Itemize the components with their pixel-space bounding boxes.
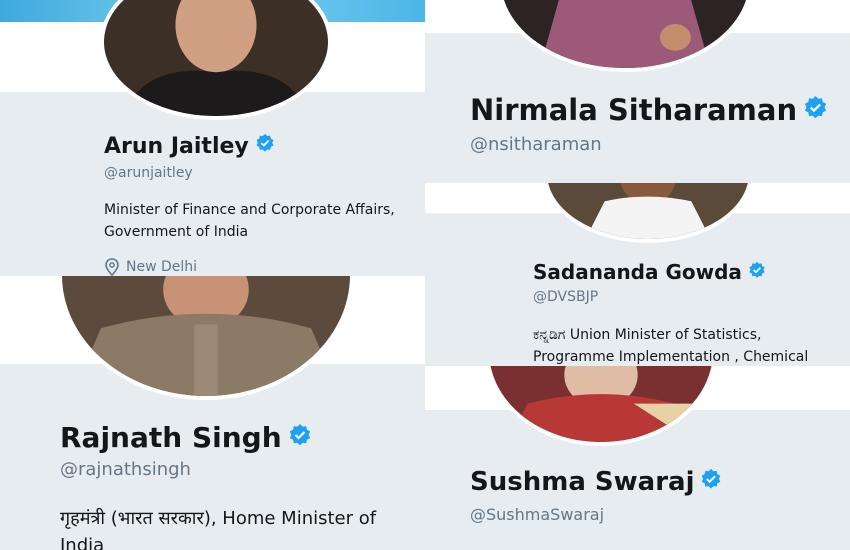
profile-location-text: New Delhi xyxy=(126,259,198,275)
profile-bio: Minister of Finance and Corporate Affair… xyxy=(104,202,395,240)
verified-badge-icon xyxy=(748,260,766,284)
profile-handle[interactable]: @DVSBJP xyxy=(533,289,598,305)
profile-card-rajnath-singh: Rajnath Singh @rajnathsingh गृहमंत्री (भ… xyxy=(0,276,425,550)
profile-name-text[interactable]: Rajnath Singh xyxy=(60,421,282,454)
profile-location: New Delhi xyxy=(104,258,197,276)
profile-handle[interactable]: @arunjaitley xyxy=(104,165,193,181)
profile-name[interactable]: Nirmala Sitharaman xyxy=(470,93,828,127)
profile-name[interactable]: Arun Jaitley xyxy=(104,133,275,159)
profile-name-text[interactable]: Sadananda Gowda xyxy=(533,260,742,284)
profile-card-arun-jaitley: Arun Jaitley @arunjaitley Minister of Fi… xyxy=(0,0,425,276)
verified-badge-icon xyxy=(700,467,722,497)
profile-name-text[interactable]: Arun Jaitley xyxy=(104,134,249,159)
profile-name[interactable]: Sadananda Gowda xyxy=(533,260,766,284)
profile-name[interactable]: Rajnath Singh xyxy=(60,421,312,454)
location-pin-icon xyxy=(105,258,119,276)
verified-badge-icon xyxy=(803,93,828,127)
profile-bio: गृहमंत्री (भारत सरकार), Home Minister of… xyxy=(60,508,377,550)
verified-badge-icon xyxy=(255,133,275,159)
profile-handle[interactable]: @rajnathsingh xyxy=(60,459,191,480)
profile-card-sushma-swaraj: Sushma Swaraj @SushmaSwaraj xyxy=(425,366,850,550)
profile-card-sadananda-gowda: Sadananda Gowda @DVSBJP ಕನ್ನಡಿಗ Union Mi… xyxy=(425,183,850,366)
profile-card-nirmala-sitharaman: Nirmala Sitharaman @nsitharaman xyxy=(425,0,850,183)
profile-handle[interactable]: @SushmaSwaraj xyxy=(470,505,604,524)
profile-bio: ಕನ್ನಡಿಗ Union Minister of Statistics, Pr… xyxy=(533,327,809,365)
profile-name[interactable]: Sushma Swaraj xyxy=(470,467,722,497)
verified-badge-icon xyxy=(288,421,312,454)
profile-handle[interactable]: @nsitharaman xyxy=(470,134,602,155)
profile-name-text[interactable]: Nirmala Sitharaman xyxy=(470,93,797,127)
profile-name-text[interactable]: Sushma Swaraj xyxy=(470,467,694,497)
